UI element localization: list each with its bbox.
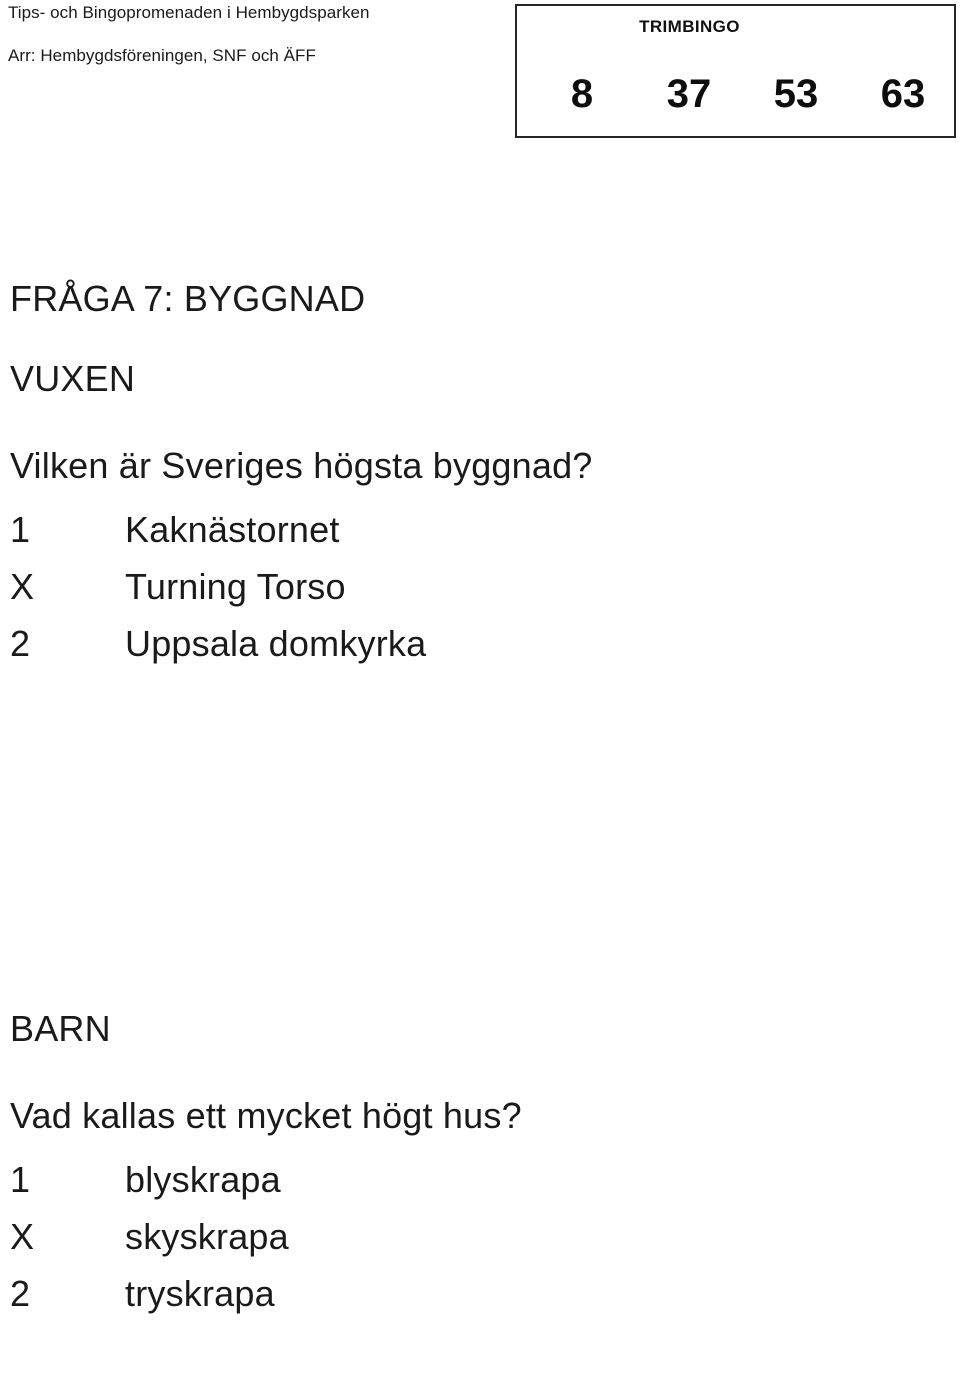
trimbingo-label: TRIMBINGO (639, 17, 740, 36)
question-text-adults: Vilken är Sveriges högsta byggnad? (10, 445, 593, 486)
page-top-band: Tips- och Bingopromenaden i Hembygdspark… (0, 0, 960, 150)
option-key: 1 (10, 509, 31, 550)
option-key: 2 (10, 623, 31, 664)
option-key: X (10, 1216, 35, 1257)
trimbingo-number-row: 8 37 53 63 (555, 72, 930, 116)
option-label: tryskrapa (125, 1273, 275, 1314)
option-row[interactable]: 2 tryskrapa (10, 1273, 940, 1330)
section-label-kids: BARN (10, 1008, 111, 1049)
option-label: Kaknästornet (125, 509, 340, 550)
trimbingo-number: 37 (666, 72, 712, 116)
trimbingo-box: TRIMBINGO 8 37 53 63 (515, 4, 956, 138)
option-key: 2 (10, 1273, 31, 1314)
event-title: Tips- och Bingopromenaden i Hembygdspark… (8, 3, 370, 22)
event-header: Tips- och Bingopromenaden i Hembygdspark… (8, 0, 488, 66)
option-row[interactable]: 2 Uppsala domkyrka (10, 623, 940, 680)
section-kids: BARN Vad kallas ett mycket högt hus? 1 b… (10, 1008, 940, 1330)
section-adults: VUXEN Vilken är Sveriges högsta byggnad?… (10, 358, 940, 680)
option-label: Turning Torso (125, 566, 346, 607)
option-label: skyskrapa (125, 1216, 289, 1257)
trimbingo-number: 8 (570, 72, 594, 116)
option-row[interactable]: X skyskrapa (10, 1216, 940, 1273)
option-key: X (10, 566, 35, 607)
option-label: blyskrapa (125, 1159, 281, 1200)
option-row[interactable]: 1 blyskrapa (10, 1159, 940, 1216)
page-title: FRÅGA 7: BYGGNAD (10, 278, 366, 319)
trimbingo-number: 53 (773, 72, 819, 116)
option-row[interactable]: 1 Kaknästornet (10, 509, 940, 566)
question-text-kids: Vad kallas ett mycket högt hus? (10, 1095, 522, 1136)
trimbingo-number: 63 (880, 72, 926, 116)
option-row[interactable]: X Turning Torso (10, 566, 940, 623)
section-label-adults: VUXEN (10, 358, 136, 399)
option-label: Uppsala domkyrka (125, 623, 427, 664)
option-key: 1 (10, 1159, 31, 1200)
event-arranger: Arr: Hembygdsföreningen, SNF och ÄFF (8, 46, 316, 65)
option-list-adults: 1 Kaknästornet X Turning Torso 2 Uppsala… (10, 509, 940, 680)
option-list-kids: 1 blyskrapa X skyskrapa 2 tryskrapa (10, 1159, 940, 1330)
